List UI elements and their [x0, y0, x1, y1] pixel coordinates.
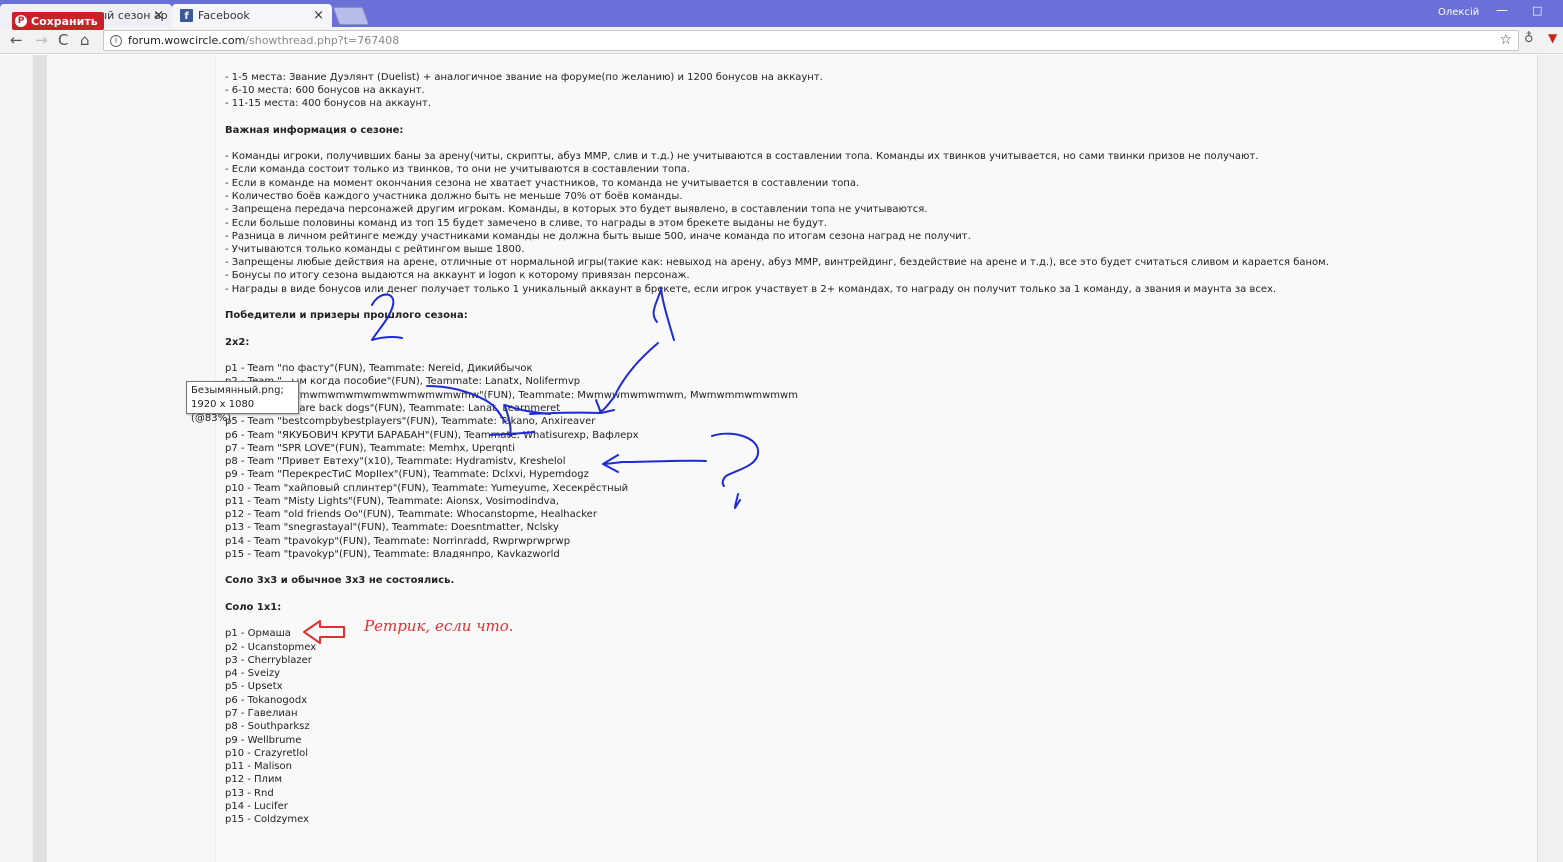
solo-row: p13 - Rnd — [225, 788, 274, 799]
solo-row: p1 - Ормаша — [225, 628, 291, 639]
reload-icon[interactable]: C — [58, 31, 68, 49]
info-line: - Учитываются только команды с рейтингом… — [225, 244, 525, 255]
info-line: - Разница в личном рейтинге между участн… — [225, 231, 971, 242]
browser-toolbar: ← → C ⌂ i forum.wowcircle.com/showthread… — [0, 27, 1563, 54]
bracket-2x2-heading: 2x2: — [225, 337, 250, 348]
team-row: p9 - Team "ПерекресТиС МорIIех"(FUN), Te… — [225, 469, 589, 480]
tab-strip: ...ый сезон ар × f Facebook × Олексій — … — [0, 0, 1563, 27]
tab-facebook-label: Facebook — [198, 9, 250, 22]
solo-row: p8 - Southparksz — [225, 721, 310, 732]
team-row: p8 - Team "Привет Евтеху"(x10), Teammate… — [225, 456, 566, 467]
maximize-icon[interactable]: □ — [1532, 4, 1542, 17]
profile-name[interactable]: Олексій — [1438, 7, 1479, 18]
minimize-icon[interactable]: — — [1496, 3, 1508, 17]
solo-row: p10 - Crazyretlol — [225, 748, 309, 759]
team-row: p11 - Team "Misty Lights"(FUN), Teammate… — [225, 496, 559, 507]
solo-row: p4 - Sveizy — [225, 668, 281, 679]
team-row: p14 - Team "tpavokyp"(FUN), Teammate: No… — [225, 536, 571, 547]
winners-heading: Победители и призеры прошлого сезона: — [225, 310, 468, 321]
solo-row: p11 - Malison — [225, 761, 293, 772]
team-row: p6 - Team "ЯКУБОВИЧ КРУТИ БАРАБАН"(FUN),… — [225, 430, 639, 441]
close-tab-icon[interactable]: × — [313, 8, 324, 23]
solo-row: p9 - Wellbrume — [225, 735, 302, 746]
solo-row: p7 - Гавелиан — [225, 708, 298, 719]
extension-pin-icon[interactable]: ▼ — [1548, 31, 1557, 45]
info-line: - Если больше половины команд из топ 15 … — [225, 218, 827, 229]
forward-icon[interactable]: → — [35, 31, 48, 49]
extension-icon[interactable]: ♁ — [1524, 31, 1534, 46]
bookmark-star-icon[interactable]: ☆ — [1499, 32, 1512, 48]
url-path: /showthread.php?t=767408 — [245, 34, 400, 47]
prize-line: - 1-5 места: Звание Дуэлянт (Duelist) + … — [225, 72, 823, 83]
post-user-column — [47, 55, 215, 862]
image-tooltip: Безымянный.png; 1920 x 1080 (@83%) — [186, 381, 299, 424]
tab-facebook[interactable]: f Facebook × — [172, 4, 332, 27]
solo-row: p15 - Coldzymex — [225, 814, 310, 825]
annotation-red-note: Ретрик, если что. — [364, 617, 514, 635]
prize-line: - 6-10 места: 600 бонусов на аккаунт. — [225, 85, 425, 96]
team-row: p1 - Team "по фасту"(FUN), Teammate: Ner… — [225, 363, 533, 374]
back-icon[interactable]: ← — [10, 31, 23, 49]
bracket-1x1-heading: Соло 1х1: — [225, 602, 282, 613]
pinterest-save-button[interactable]: P Сохранить — [12, 12, 104, 30]
solo-row: p6 - Tokanogodx — [225, 695, 308, 706]
team-row: p10 - Team "хайповый сплинтер"(FUN), Tea… — [225, 483, 629, 494]
solo-row: p14 - Lucifer — [225, 801, 288, 812]
info-line: - Запрещена передача персонажей другим и… — [225, 204, 928, 215]
tooltip-filename: Безымянный.png; — [191, 385, 284, 396]
info-line: - Бонусы по итогу сезона выдаются на акк… — [225, 270, 690, 281]
pinterest-save-label: Сохранить — [31, 14, 98, 28]
url-host: forum.wowcircle.com — [128, 34, 246, 47]
pinterest-icon: P — [15, 15, 27, 27]
prize-line: - 11-15 места: 400 бонусов на аккаунт. — [225, 98, 432, 109]
info-line: - Запрещены любые действия на арене, отл… — [225, 257, 1329, 268]
close-tab-icon[interactable]: × — [153, 8, 164, 23]
info-line: - Команды игроки, получивших баны за аре… — [225, 151, 1259, 162]
new-tab-button[interactable] — [332, 7, 370, 25]
no-3x3-note: Соло 3х3 и обычное 3х3 не состоялись. — [225, 575, 455, 586]
team-row: p12 - Team "old friends Oo"(FUN), Teamma… — [225, 509, 597, 520]
tooltip-dimensions: 1920 x 1080 (@83%) — [191, 399, 255, 424]
info-icon[interactable]: i — [110, 34, 122, 47]
solo-row: p3 - Cherryblazer — [225, 655, 312, 666]
info-line: - Количество боёв каждого участника долж… — [225, 191, 683, 202]
vertical-scrollbar[interactable] — [1537, 55, 1563, 862]
info-heading: Важная информация о сезоне: — [225, 125, 404, 136]
info-line: - Награды в виде бонусов или денег получ… — [225, 284, 1277, 295]
team-row: p13 - Team "snegrastayal"(FUN), Teammate… — [225, 522, 559, 533]
page-left-border — [33, 55, 47, 862]
info-line: - Если в команде на момент окончания сез… — [225, 178, 860, 189]
solo-row: p5 - Upsetx — [225, 681, 283, 692]
facebook-icon: f — [180, 9, 193, 22]
home-icon[interactable]: ⌂ — [80, 31, 90, 49]
solo-row: p12 - Плим — [225, 774, 282, 785]
team-row: p15 - Team "tpavokyp"(FUN), Teammate: Вл… — [225, 549, 560, 560]
info-line: - Если команда состоит только из твинков… — [225, 164, 690, 175]
page-left-margin — [0, 55, 33, 862]
solo-row: p2 - Ucanstopmex — [225, 642, 317, 653]
team-row: p3 - Team "mwmwmwmwmwmwmwmwmwmwmw"(FUN),… — [225, 390, 798, 401]
team-row: p7 - Team "SPR LOVE"(FUN), Teammate: Mem… — [225, 443, 515, 454]
address-bar[interactable]: i forum.wowcircle.com/showthread.php?t=7… — [103, 30, 1519, 51]
